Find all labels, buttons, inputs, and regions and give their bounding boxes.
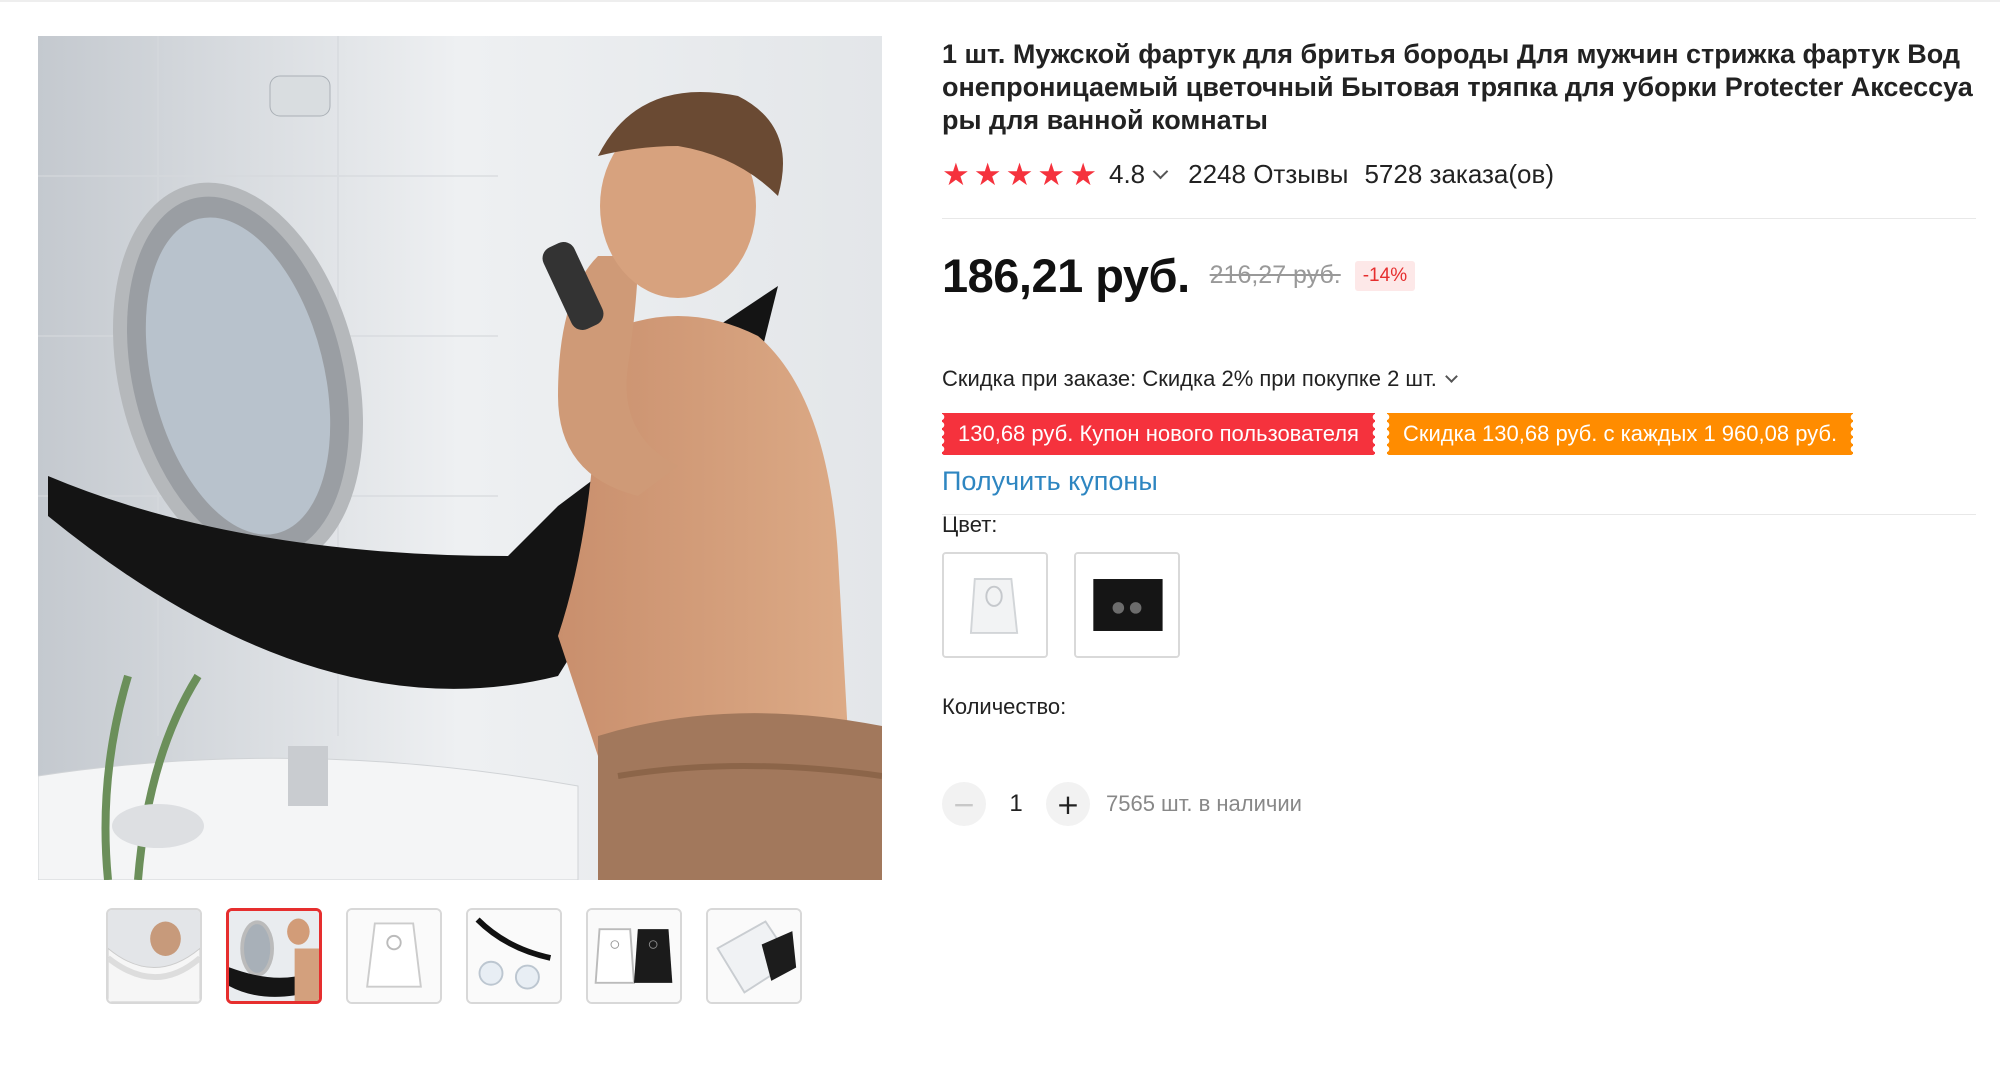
thumbnail-4[interactable]	[466, 908, 562, 1004]
price-row: 186,21 руб. 216,27 руб. -14%	[942, 248, 1416, 303]
chevron-down-icon[interactable]	[1152, 163, 1169, 179]
current-price: 186,21 руб.	[942, 249, 1190, 302]
thumbnail-6[interactable]	[706, 908, 802, 1004]
reviews-count[interactable]: 2248 Отзывы	[1188, 159, 1348, 190]
thumbnail-1[interactable]	[106, 908, 202, 1004]
thumbnail-2[interactable]	[226, 908, 322, 1004]
thumbnail-3[interactable]	[346, 908, 442, 1004]
white-apron-swatch	[944, 554, 1046, 656]
star-icon: ★	[1005, 156, 1034, 192]
bulk-discount-text: Скидка при заказе: Скидка 2% при покупке…	[942, 366, 1437, 391]
divider	[942, 514, 1976, 515]
color-label: Цвет:	[942, 512, 998, 537]
thumbnail-4-image	[468, 910, 560, 1002]
star-icon: ★	[942, 156, 970, 192]
divider	[942, 218, 1976, 219]
quantity-value[interactable]: 1	[986, 790, 1046, 818]
shaving-man-photo	[38, 36, 882, 880]
star-icon: ★	[1069, 156, 1097, 192]
quantity-stepper: − 1 + 7565 шт. в наличии	[942, 782, 1302, 826]
chevron-down-icon[interactable]	[1444, 370, 1458, 383]
color-option-white[interactable]	[942, 552, 1048, 658]
star-icon: ★	[973, 156, 1002, 192]
thumbnail-1-image	[108, 910, 200, 1002]
rating-row: ★ ★ ★ ★ ★ 4.8 2248 Отзывы 5728 заказа(ов…	[942, 154, 1554, 194]
quantity-plus-button[interactable]: +	[1046, 782, 1090, 826]
thumbnail-3-image	[348, 910, 440, 1002]
product-info: 1 шт. Мужской фартук для бритья бороды Д…	[941, 38, 1976, 826]
coupon-list: 130,68 руб. Купон нового пользователя Ск…	[941, 413, 1854, 455]
coupon-new-user[interactable]: 130,68 руб. Купон нового пользователя	[941, 413, 1375, 455]
top-divider	[0, 0, 2000, 2]
quantity-minus-button[interactable]: −	[942, 782, 986, 826]
color-option-black[interactable]	[1074, 552, 1180, 658]
thumbnail-6-image	[708, 910, 800, 1002]
coupon-store-discount[interactable]: Скидка 130,68 руб. с каждых 1 960,08 руб…	[1385, 413, 1854, 455]
star-icon: ★	[1037, 156, 1066, 192]
rating-stars: ★ ★ ★ ★ ★	[942, 159, 1097, 190]
stock-count: 7565 шт. в наличии	[1106, 791, 1302, 816]
thumbnail-2-image	[229, 911, 319, 1001]
old-price: 216,27 руб.	[1209, 261, 1341, 289]
thumbnail-5-image	[588, 910, 680, 1002]
bulk-discount[interactable]: Скидка при заказе: Скидка 2% при покупке…	[942, 366, 1458, 392]
quantity-label: Количество:	[942, 694, 1067, 719]
thumbnail-5[interactable]	[586, 908, 682, 1004]
orders-count: 5728 заказа(ов)	[1364, 158, 1554, 189]
black-apron-swatch	[1076, 554, 1178, 656]
main-product-image[interactable]	[38, 36, 882, 880]
get-coupons-link[interactable]: Получить купоны	[942, 466, 1158, 497]
rating-value[interactable]: 4.8	[1109, 159, 1145, 190]
product-title: 1 шт. Мужской фартук для бритья бороды Д…	[942, 39, 1973, 135]
discount-badge: -14%	[1354, 260, 1416, 291]
